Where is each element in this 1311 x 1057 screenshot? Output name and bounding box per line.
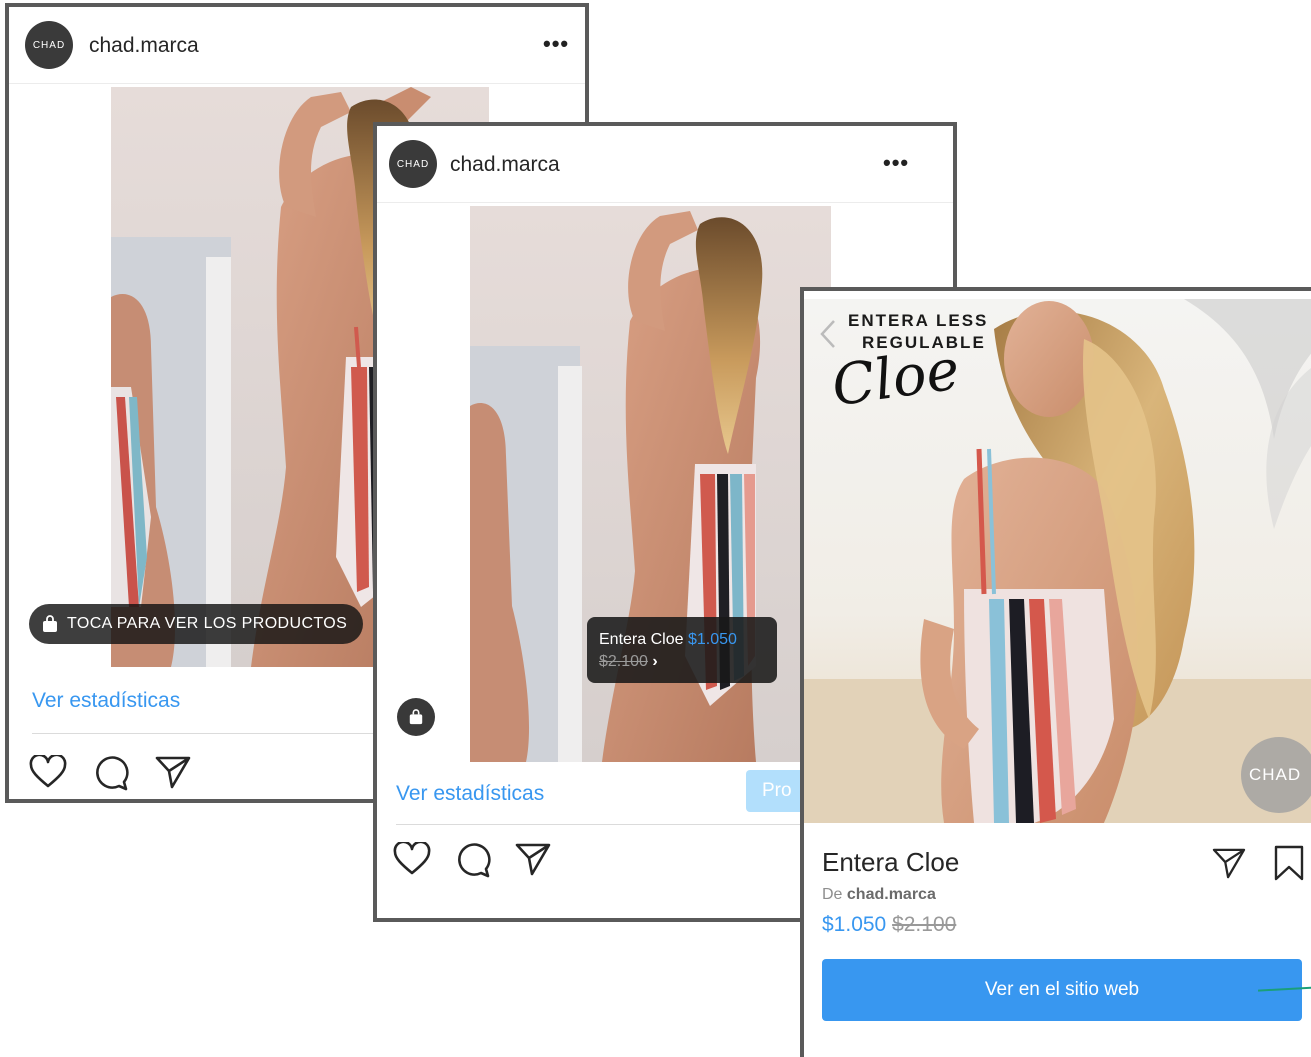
view-website-button[interactable]: Ver en el sitio web [822,959,1302,1021]
back-chevron-icon[interactable] [820,319,836,354]
price-line: $1.050 $2.100 [822,913,956,937]
more-options-icon[interactable]: ••• [883,150,909,176]
post-header: CHAD chad.marca ••• [377,126,953,203]
brand-watermark: CHAD [1241,737,1311,813]
shop-tag-label: TOCA PARA VER LOS PRODUCTOS [67,615,348,632]
more-options-icon[interactable]: ••• [543,31,569,57]
avatar[interactable]: CHAD [389,140,437,188]
heart-icon[interactable] [393,840,431,881]
post-header: CHAD chad.marca ••• [9,7,585,84]
tag-price: $1.050 [687,631,737,648]
share-icon[interactable] [1212,847,1246,884]
product-name: Entera Cloe [822,847,960,877]
old-price: $2.100 [892,913,957,936]
chevron-right-icon: › [652,653,658,670]
comment-icon[interactable] [455,842,491,883]
share-icon[interactable] [155,755,191,794]
seller-prefix: De [822,886,843,903]
tag-old-price: $2.100 [599,653,648,670]
seller-line: De chad.marca [822,886,936,904]
seller-name[interactable]: chad.marca [847,886,936,903]
shopping-bag-icon [41,615,59,633]
insights-link[interactable]: Ver estadísticas [32,689,180,713]
banner-line-1: ENTERA LESS [848,311,989,330]
tag-product-name: Entera Cloe [599,631,684,648]
avatar[interactable]: CHAD [25,21,73,69]
price: $1.050 [822,913,887,936]
product-tag-tooltip[interactable]: Entera Cloe $1.050 $2.100 › [587,617,777,683]
shop-products-tag[interactable]: TOCA PARA VER LOS PRODUCTOS [29,604,364,644]
username[interactable]: chad.marca [450,153,560,177]
shopping-bag-icon[interactable] [397,698,435,736]
comment-icon[interactable] [93,755,129,796]
username[interactable]: chad.marca [89,34,199,58]
product-detail-card: ENTERA LESS REGULABLE Cloe CHAD Entera C… [800,287,1311,1057]
heart-icon[interactable] [29,753,67,794]
insights-link[interactable]: Ver estadísticas [396,782,544,806]
bookmark-icon[interactable] [1274,845,1304,886]
share-icon[interactable] [515,842,551,881]
